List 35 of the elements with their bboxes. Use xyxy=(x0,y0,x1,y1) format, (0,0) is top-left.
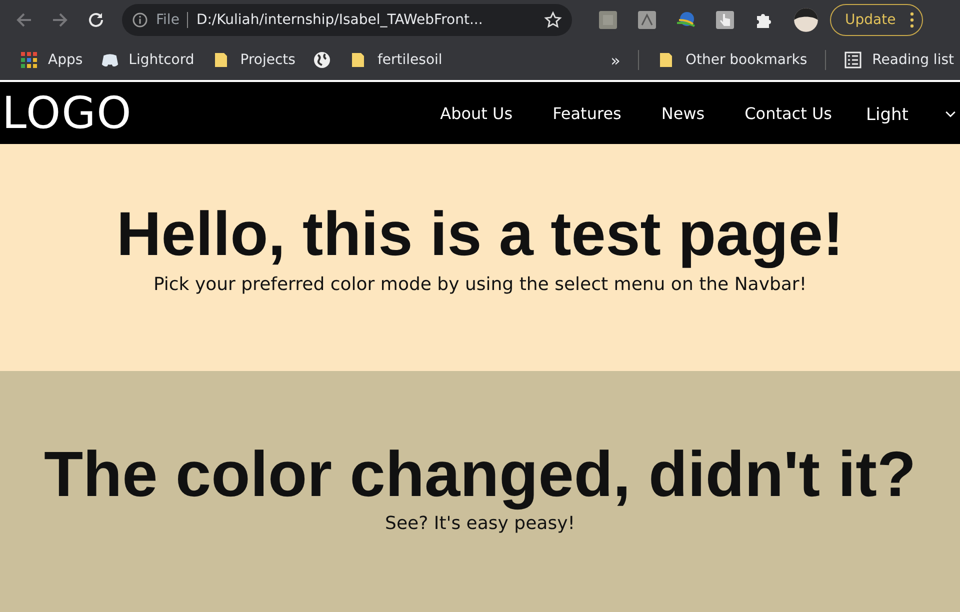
extension-icon[interactable] xyxy=(598,10,618,30)
bookmark[interactable]: Other bookmarks xyxy=(657,51,808,69)
logo[interactable]: LOGO xyxy=(0,88,132,138)
bookmark[interactable]: fertilesoil xyxy=(349,51,442,69)
bookmark-icon[interactable] xyxy=(313,51,332,69)
hand-icon[interactable] xyxy=(715,10,735,30)
list-icon xyxy=(844,51,862,69)
url-text: D:/Kuliah/internship/Isabel_TAWebFront... xyxy=(196,12,484,28)
more-bookmarks-button[interactable]: » xyxy=(610,50,620,70)
nav-link[interactable]: Features xyxy=(552,104,622,122)
section-text: Pick your preferred color mode by using the select menu on the Navbar! xyxy=(153,274,807,295)
reload-icon[interactable] xyxy=(86,10,106,30)
globe-icon[interactable] xyxy=(676,10,696,30)
nav-link[interactable]: About Us xyxy=(440,104,513,122)
reading-list-button[interactable]: Reading list xyxy=(844,51,954,69)
section-text: See? It's easy peasy! xyxy=(385,513,575,534)
pdf-icon[interactable] xyxy=(637,10,657,30)
avatar-icon[interactable] xyxy=(793,7,819,33)
address-bar[interactable]: File D:/Kuliah/internship/Isabel_TAWebFront... xyxy=(122,4,572,36)
chevron-down-icon xyxy=(945,111,956,118)
controller-icon xyxy=(100,51,119,69)
bookmark[interactable]: Apps xyxy=(20,51,83,69)
globe-icon xyxy=(313,51,332,69)
scheme-label: File xyxy=(156,12,188,28)
menu-icon xyxy=(910,12,914,28)
section-heading: Hello, this is a test page! xyxy=(116,200,844,270)
update-button[interactable]: Update xyxy=(830,4,923,36)
section-heading: The color changed, didn't it? xyxy=(44,439,916,509)
nav-link[interactable]: Contact Us xyxy=(744,104,832,122)
info-icon xyxy=(132,12,148,28)
apps-grid-icon xyxy=(20,51,38,69)
nav-link[interactable]: News xyxy=(661,104,705,122)
star-icon[interactable] xyxy=(544,11,562,29)
bookmark[interactable]: Projects xyxy=(212,51,296,69)
bookmark[interactable]: Lightcord xyxy=(100,51,194,69)
